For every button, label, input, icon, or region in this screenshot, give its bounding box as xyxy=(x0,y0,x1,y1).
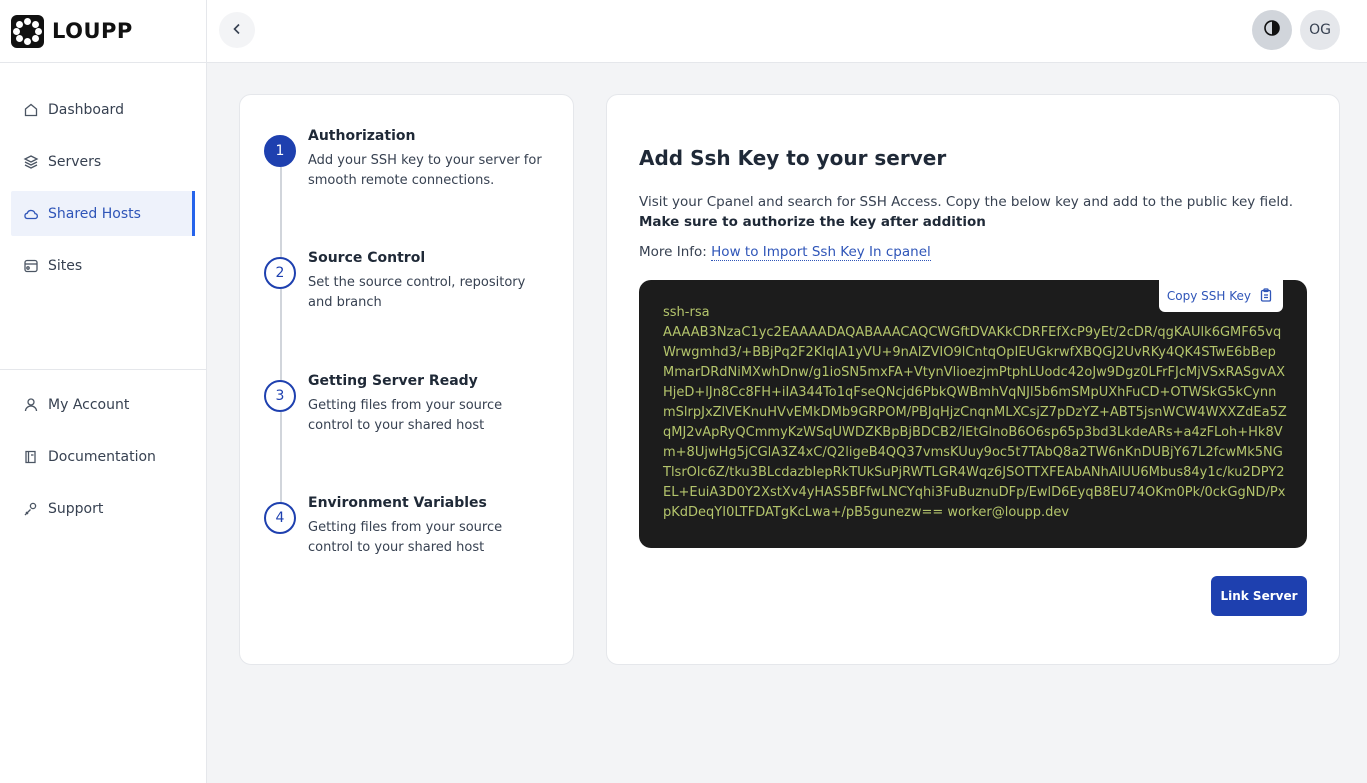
sidebar-item-my-account[interactable]: My Account xyxy=(11,382,194,427)
setup-steps-panel: 1 Authorization Add your SSH key to your… xyxy=(239,94,574,665)
sidebar-item-label: Dashboard xyxy=(48,101,124,118)
step-connector xyxy=(280,289,282,388)
clipboard-icon xyxy=(1259,287,1273,305)
sidebar-item-support[interactable]: Support xyxy=(11,486,194,531)
brand-name: LOUPP xyxy=(52,19,133,43)
sidebar-item-documentation[interactable]: Documentation xyxy=(11,434,194,479)
sidebar-item-label: My Account xyxy=(48,396,130,413)
more-info: More Info: How to Import Ssh Key In cpan… xyxy=(639,244,931,261)
step-number: 1 xyxy=(264,135,296,167)
step-description: Getting files from your source control t… xyxy=(308,520,503,555)
sidebar-item-shared-hosts[interactable]: Shared Hosts xyxy=(11,191,195,236)
step-title: Getting Server Ready xyxy=(308,373,478,389)
sidebar-item-label: Shared Hosts xyxy=(48,205,141,222)
step-description: Add your SSH key to your server for smoo… xyxy=(308,153,542,188)
step-title: Source Control xyxy=(308,250,426,266)
sidebar-nav: Dashboard Servers Shared Hosts Sites xyxy=(0,63,206,288)
instructions: Visit your Cpanel and search for SSH Acc… xyxy=(639,194,1293,210)
layers-icon xyxy=(23,154,39,170)
sidebar-bottom-nav: My Account Documentation Support xyxy=(0,382,206,538)
sidebar-item-sites[interactable]: Sites xyxy=(11,243,194,288)
top-bar: OG xyxy=(207,0,1367,63)
theme-icon xyxy=(1263,19,1281,41)
theme-toggle-button[interactable] xyxy=(1252,10,1292,50)
step-connector xyxy=(280,412,282,511)
sidebar-item-label: Documentation xyxy=(48,448,156,465)
step-title: Environment Variables xyxy=(308,495,487,511)
book-icon xyxy=(23,449,39,465)
chevron-left-icon xyxy=(230,21,244,40)
support-icon xyxy=(23,501,39,517)
user-avatar[interactable]: OG xyxy=(1300,10,1340,50)
cloud-icon xyxy=(23,206,39,222)
import-ssh-key-link[interactable]: How to Import Ssh Key In cpanel xyxy=(711,244,931,261)
home-icon xyxy=(23,102,39,118)
sidebar: LOUPP Dashboard Servers Shared Hosts Sit… xyxy=(0,0,207,783)
copy-ssh-key-label: Copy SSH Key xyxy=(1166,289,1251,303)
logo[interactable]: LOUPP xyxy=(0,0,206,63)
more-info-label: More Info: xyxy=(639,244,707,260)
sidebar-item-servers[interactable]: Servers xyxy=(11,139,194,184)
sidebar-divider xyxy=(0,369,206,370)
user-icon xyxy=(23,397,39,413)
sidebar-item-label: Support xyxy=(48,500,104,517)
step-connector xyxy=(280,167,282,265)
step-number: 2 xyxy=(264,257,296,289)
page-title: Add Ssh Key to your server xyxy=(639,146,947,170)
sidebar-item-label: Servers xyxy=(48,153,102,170)
step-title: Authorization xyxy=(308,128,416,144)
link-server-button[interactable]: Link Server xyxy=(1211,576,1307,616)
sidebar-item-label: Sites xyxy=(48,257,83,274)
ssh-key-type: ssh-rsa xyxy=(663,305,710,320)
step-number: 3 xyxy=(264,380,296,412)
ssh-key-text[interactable]: ssh-rsa AAAAB3NzaC1yc2EAAAADAQABAAACAQCW… xyxy=(663,303,1287,523)
ssh-key-box: Copy SSH Key ssh-rsa AAAAB3NzaC1yc2EAAAA… xyxy=(639,280,1307,548)
logo-mark-icon xyxy=(11,14,44,48)
step-description: Getting files from your source control t… xyxy=(308,398,503,433)
ssh-key-panel: Add Ssh Key to your server Visit your Cp… xyxy=(606,94,1340,665)
site-icon xyxy=(23,258,39,274)
step-description: Set the source control, repository and b… xyxy=(308,275,526,310)
sidebar-item-dashboard[interactable]: Dashboard xyxy=(11,87,194,132)
step-number: 4 xyxy=(264,502,296,534)
ssh-key-value: AAAAB3NzaC1yc2EAAAADAQABAAACAQCWGftDVAKk… xyxy=(663,325,1287,520)
back-button[interactable] xyxy=(219,12,255,48)
instructions-bold: Make sure to authorize the key after add… xyxy=(639,214,986,230)
instructions-text: Visit your Cpanel and search for SSH Acc… xyxy=(639,192,1299,232)
